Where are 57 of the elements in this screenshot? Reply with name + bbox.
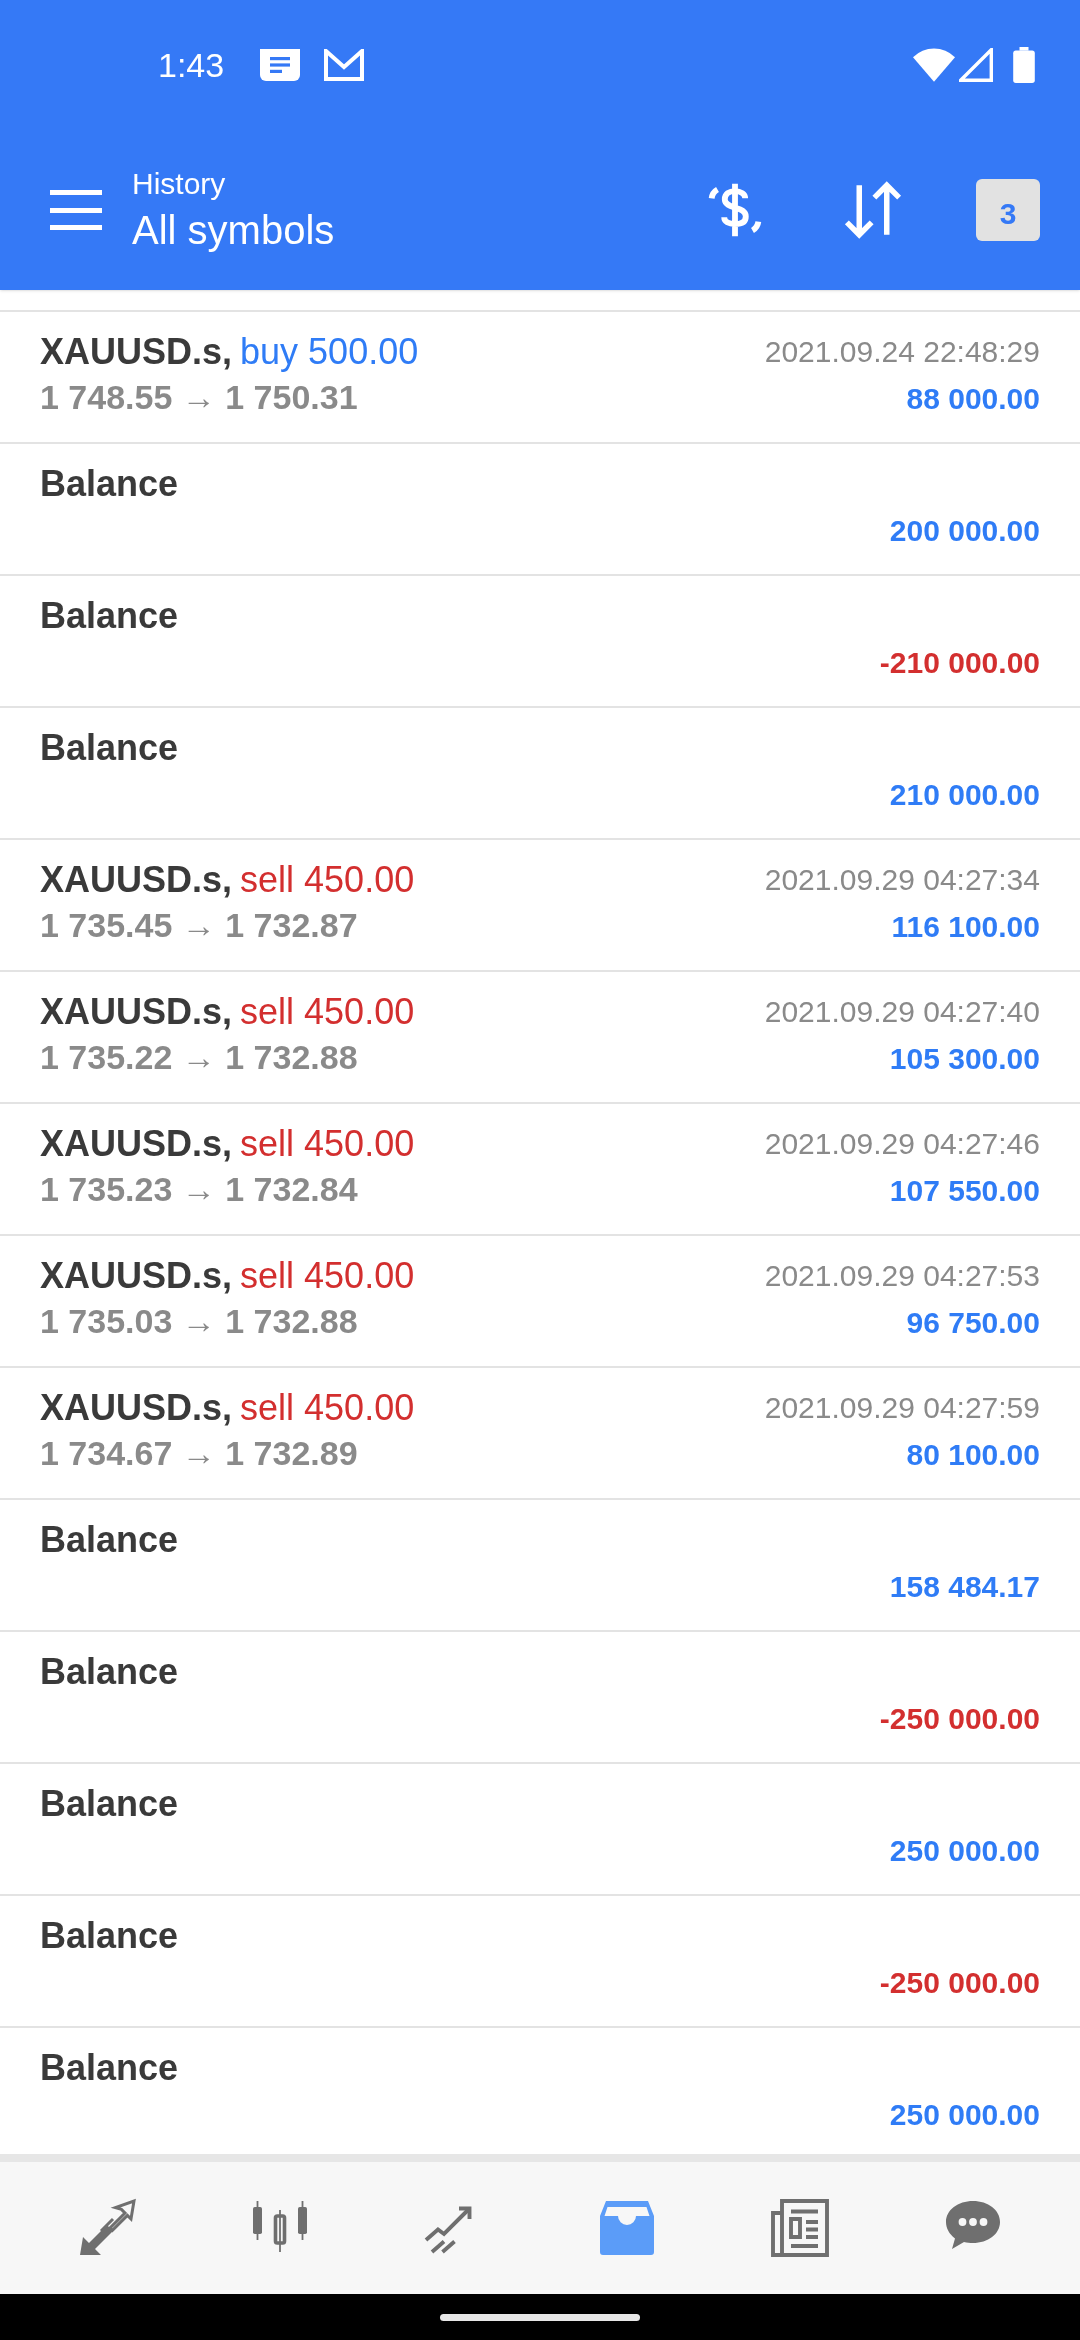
signal-icon [959, 48, 993, 82]
profit-amount: 80 100.00 [906, 1437, 1040, 1473]
home-indicator[interactable] [440, 2313, 640, 2321]
price-range: 1 735.03 → 1 732.88 [40, 1301, 359, 1342]
deal-action: sell 450.00 [240, 1122, 415, 1166]
balance-amount: 250 000.00 [889, 2097, 1040, 2133]
message-icon [260, 49, 301, 81]
price-range: 1 735.22 → 1 732.88 [40, 1037, 359, 1078]
deal-action: buy 500.00 [240, 330, 419, 374]
balance-label: Balance [40, 726, 179, 770]
mail-icon [324, 49, 365, 81]
symbol-name: XAUUSD.s, [40, 1254, 233, 1298]
wifi-icon [913, 48, 955, 82]
symbol-name: XAUUSD.s, [40, 1122, 233, 1166]
price-range: 1 735.23 → 1 732.84 [40, 1169, 359, 1210]
symbol-name: XAUUSD.s, [40, 330, 233, 374]
symbol-name: XAUUSD.s, [40, 990, 233, 1034]
deal-time: 2021.09.29 04:27:59 [764, 1390, 1040, 1426]
balance-amount: -210 000.00 [879, 645, 1040, 681]
profit-amount: 105 300.00 [889, 1041, 1040, 1077]
balance-label: Balance [40, 594, 179, 638]
status-time: 1:43 [158, 44, 225, 86]
balance-amount: 200 000.00 [889, 513, 1040, 549]
price-range: 1 735.45 → 1 732.87 [40, 905, 359, 946]
symbol-name: XAUUSD.s, [40, 858, 233, 902]
profit-amount: 107 550.00 [889, 1173, 1040, 1209]
profit-amount: 88 000.00 [906, 381, 1040, 417]
price-range: 1 734.67 → 1 732.89 [40, 1433, 359, 1474]
deal-time: 2021.09.29 04:27:40 [764, 994, 1040, 1030]
balance-amount: 210 000.00 [889, 777, 1040, 813]
profit-amount: 96 750.00 [906, 1305, 1040, 1341]
deal-time: 2021.09.24 22:48:29 [764, 334, 1040, 370]
battery-icon [1013, 47, 1035, 83]
balance-label: Balance [40, 462, 179, 506]
deal-action: sell 450.00 [240, 1254, 415, 1298]
deal-action: sell 450.00 [240, 858, 415, 902]
symbol-name: XAUUSD.s, [40, 1386, 233, 1430]
calendar-button[interactable]: 3 [976, 179, 1040, 241]
deal-time: 2021.09.29 04:27:53 [764, 1258, 1040, 1294]
price-range: 1 748.55 → 1 750.31 [40, 377, 359, 418]
screen-subtitle: History [132, 166, 227, 202]
balance-amount: -250 000.00 [879, 1965, 1040, 2001]
balance-label: Balance [40, 1914, 179, 1958]
menu-button[interactable] [50, 190, 102, 230]
balance-amount: 250 000.00 [889, 1833, 1040, 1869]
balance-label: Balance [40, 2046, 179, 2090]
deal-action: sell 450.00 [240, 990, 415, 1034]
profit-amount: 116 100.00 [891, 909, 1040, 945]
deal-action: sell 450.00 [240, 1386, 415, 1430]
balance-amount: 158 484.17 [889, 1569, 1040, 1605]
balance-label: Balance [40, 1518, 179, 1562]
deal-time: 2021.09.29 04:27:34 [764, 862, 1040, 898]
balance-amount: -250 000.00 [879, 1701, 1040, 1737]
screen-title: All symbols [132, 207, 336, 254]
balance-label: Balance [40, 1782, 179, 1826]
deal-time: 2021.09.29 04:27:46 [764, 1126, 1040, 1162]
balance-label: Balance [40, 1650, 179, 1694]
